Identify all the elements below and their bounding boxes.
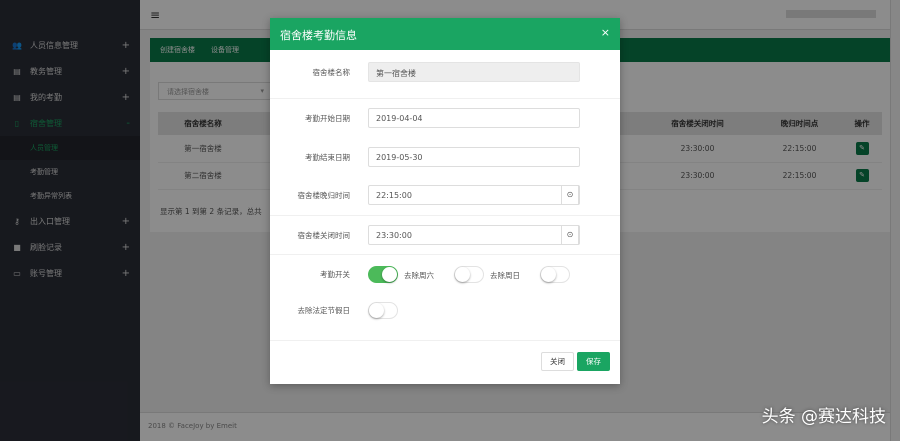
close-button[interactable]: 关闭 [541,352,574,371]
closing-time-input[interactable]: 23:30:00 ⊙ [368,225,580,245]
field-label: 考勤开始日期 [305,113,350,123]
field-label: 考勤结束日期 [305,152,350,162]
start-date-input[interactable]: 2019-04-04 [368,108,580,128]
clock-icon[interactable]: ⊙ [561,185,579,205]
field-label: 去除周六 [404,271,434,280]
watermark: 头条 @赛达科技 [761,407,886,427]
field-label: 宿舍楼关闭时间 [297,230,351,240]
field-label: 宿舍楼晚归时间 [297,190,351,200]
field-label: 宿舍楼名称 [312,67,351,77]
modal-header: 宿舍楼考勤信息 × [270,18,620,50]
save-button[interactable]: 保存 [577,352,610,371]
attendance-modal: 宿舍楼考勤信息 × 宿舍楼名称 第一宿舍楼 考勤开始日期 2019-04-04 考勤结… [270,18,620,384]
closing-time-value: 23:30:00 [376,231,412,240]
modal-title: 宿舍楼考勤信息 [280,29,357,42]
dorm-name-field: 第一宿舍楼 [368,62,580,82]
clock-icon[interactable]: ⊙ [561,225,579,245]
late-time-input[interactable]: 22:15:00 ⊙ [368,185,580,205]
exclude-sunday-switch[interactable] [540,266,570,283]
late-time-value: 22:15:00 [376,191,412,200]
field-label: 去除法定节假日 [297,306,351,315]
close-icon[interactable]: × [601,26,610,39]
attendance-switch[interactable] [368,266,398,283]
exclude-holiday-switch[interactable] [368,302,398,319]
field-label: 考勤开关 [320,270,350,279]
exclude-saturday-switch[interactable] [454,266,484,283]
end-date-input[interactable]: 2019-05-30 [368,147,580,167]
field-label: 去除周日 [490,271,520,280]
